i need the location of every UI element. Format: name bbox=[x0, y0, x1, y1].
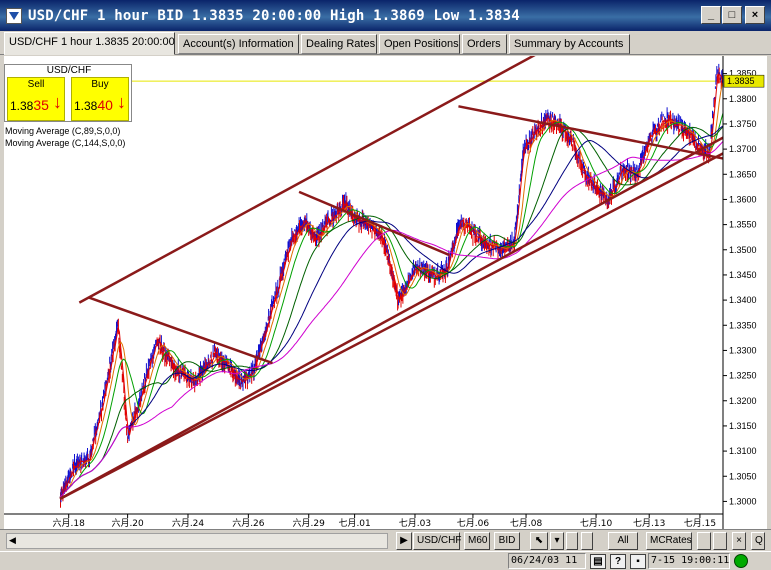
tab-account-information[interactable]: Account(s) Information bbox=[178, 34, 299, 54]
keyboard-icon[interactable]: ▤ bbox=[590, 554, 606, 569]
price-tick-label: 1.3150 bbox=[729, 421, 757, 431]
time-tick-label: 六月.29 bbox=[293, 517, 326, 529]
title-bar: USD/CHF 1 hour BID 1.3835 20:00:00 High … bbox=[0, 0, 771, 31]
sell-quote[interactable]: Sell 1.3835 ↓ bbox=[7, 77, 65, 121]
time-tick-label: 七月.13 bbox=[633, 518, 665, 529]
status-bar: 06/24/03 11 ▤ ? ▪ 7-15 19:00:11 bbox=[0, 551, 771, 570]
tab-open-positions[interactable]: Open Positions bbox=[379, 34, 460, 54]
price-tick-label: 1.3300 bbox=[729, 345, 757, 355]
tab-dealing-rates[interactable]: Dealing Rates bbox=[301, 34, 377, 54]
time-tick-label: 七月.01 bbox=[338, 518, 370, 529]
cursor-tool-button[interactable]: ⬉ bbox=[530, 532, 548, 550]
status-left-time: 06/24/03 11 bbox=[508, 553, 586, 569]
zoom-icon[interactable] bbox=[697, 532, 711, 550]
calendar-icon[interactable] bbox=[566, 532, 578, 550]
dropdown-button[interactable]: ▾ bbox=[550, 532, 564, 550]
buy-down-arrow-icon: ↓ bbox=[117, 92, 126, 112]
horizontal-scrollbar[interactable]: ◀ bbox=[6, 533, 388, 549]
grid-icon[interactable] bbox=[581, 532, 593, 550]
close-chart-button[interactable]: × bbox=[732, 532, 746, 550]
trend-line bbox=[59, 150, 728, 501]
price-tick-label: 1.3750 bbox=[729, 119, 757, 129]
sell-price: 1.3835 bbox=[10, 97, 49, 113]
indicator-label-ma89[interactable]: Moving Average (C,89,S,0,0) bbox=[5, 126, 121, 137]
all-button[interactable]: All bbox=[608, 532, 638, 550]
status-right-time: 7-15 19:00:11 bbox=[648, 553, 730, 569]
price-tick-label: 1.3050 bbox=[729, 471, 757, 481]
mcrates-button[interactable]: MCRates bbox=[646, 532, 692, 550]
lock-icon[interactable] bbox=[713, 532, 727, 550]
price-type-button[interactable]: BID bbox=[494, 532, 520, 550]
play-button[interactable]: ▶ bbox=[396, 532, 412, 550]
time-tick-label: 七月.15 bbox=[684, 518, 716, 529]
q-button[interactable]: Q bbox=[751, 532, 765, 550]
moving-average-line bbox=[59, 123, 727, 498]
sell-label: Sell bbox=[27, 79, 45, 90]
symbol-button[interactable]: USD/CHF bbox=[413, 532, 461, 550]
sell-down-arrow-icon: ↓ bbox=[53, 92, 62, 112]
indicator-label-ma144[interactable]: Moving Average (C,144,S,0,0) bbox=[5, 138, 126, 149]
price-tick-label: 1.3650 bbox=[729, 169, 757, 179]
window-title: USD/CHF 1 hour BID 1.3835 20:00:00 High … bbox=[28, 7, 520, 24]
price-tick-label: 1.3450 bbox=[729, 270, 757, 280]
time-tick-label: 七月.03 bbox=[399, 518, 431, 529]
timeframe-button[interactable]: M60 bbox=[464, 532, 490, 550]
time-tick-label: 七月.06 bbox=[457, 518, 490, 529]
moving-average-line bbox=[59, 101, 727, 498]
price-tick-label: 1.3200 bbox=[729, 396, 757, 406]
buy-price: 1.3840 bbox=[74, 97, 113, 113]
price-tick-label: 1.3600 bbox=[729, 194, 757, 204]
time-tick-label: 六月.20 bbox=[111, 517, 144, 529]
buy-quote[interactable]: Buy 1.3840 ↓ bbox=[71, 77, 129, 121]
time-tick-label: 七月.10 bbox=[580, 518, 613, 529]
close-button[interactable]: × bbox=[745, 6, 765, 24]
tab-orders[interactable]: Orders bbox=[462, 34, 507, 54]
time-tick-label: 六月.24 bbox=[172, 517, 205, 529]
price-tick-label: 1.3350 bbox=[729, 320, 757, 330]
time-tick-label: 六月.26 bbox=[232, 517, 265, 529]
tab-summary-by-accounts[interactable]: Summary by Accounts bbox=[509, 34, 630, 54]
time-tick-label: 七月.08 bbox=[510, 518, 543, 529]
connection-status-icon bbox=[734, 554, 748, 568]
scroll-left-icon[interactable]: ◀ bbox=[9, 535, 16, 546]
time-tick-label: 六月.18 bbox=[53, 517, 86, 529]
app-icon[interactable] bbox=[6, 7, 22, 24]
tab-bar: USD/CHF 1 hour 1.3835 20:00:00 Account(s… bbox=[0, 31, 771, 55]
buy-label: Buy bbox=[91, 79, 109, 90]
price-tick-label: 1.3000 bbox=[729, 496, 757, 506]
current-price-label: 1.3835 bbox=[727, 76, 755, 86]
tab-usdchf-chart[interactable]: USD/CHF 1 hour 1.3835 20:00:00 bbox=[4, 32, 175, 55]
quote-panel: USD/CHF Sell 1.3835 ↓ Buy 1.3840 ↓ bbox=[4, 64, 132, 122]
price-tick-label: 1.3400 bbox=[729, 295, 757, 305]
price-tick-label: 1.3550 bbox=[729, 220, 757, 230]
price-tick-label: 1.3100 bbox=[729, 446, 757, 456]
help-icon[interactable]: ? bbox=[610, 554, 626, 569]
quote-symbol: USD/CHF bbox=[46, 65, 92, 76]
maximize-button[interactable]: □ bbox=[722, 6, 742, 24]
price-tick-label: 1.3250 bbox=[729, 371, 757, 381]
info-icon[interactable]: ▪ bbox=[630, 554, 646, 569]
price-tick-label: 1.3700 bbox=[729, 144, 757, 154]
minimize-button[interactable]: _ bbox=[701, 6, 721, 24]
price-tick-label: 1.3500 bbox=[729, 245, 757, 255]
price-tick-label: 1.3800 bbox=[729, 94, 757, 104]
chart-toolbar: ◀ ▶ USD/CHF M60 BID ⬉ ▾ All MCRates × Q bbox=[0, 529, 771, 551]
moving-average-line bbox=[59, 123, 727, 498]
